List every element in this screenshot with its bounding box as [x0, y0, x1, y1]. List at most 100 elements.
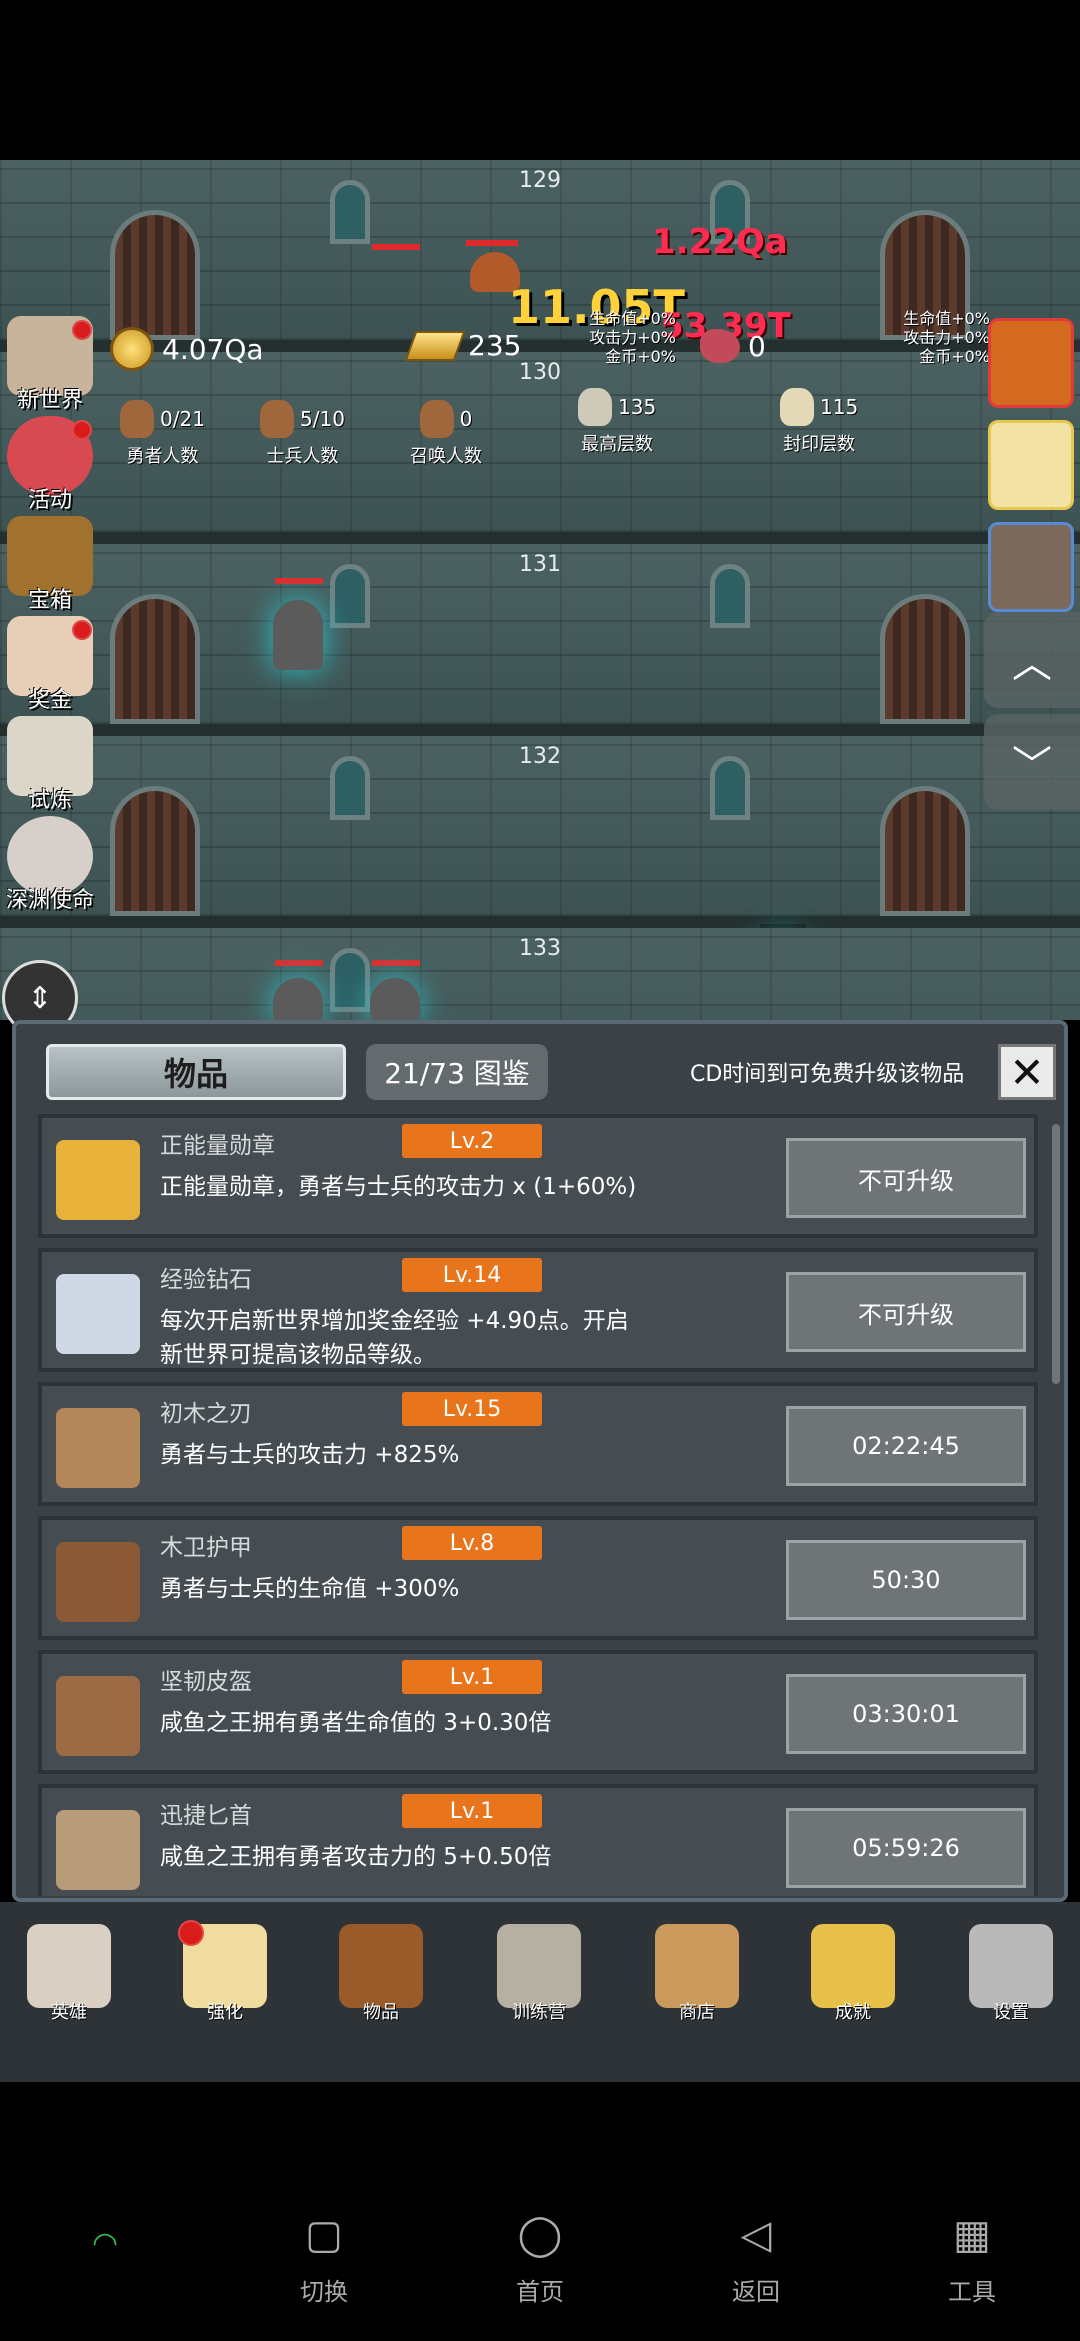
item-description: 勇者与士兵的攻击力 +825%	[160, 1442, 460, 1468]
hero-count: 0/21 勇者人数	[120, 400, 205, 468]
nav-upgrade[interactable]: 强化	[170, 1920, 280, 2024]
gold-ingot-icon	[404, 330, 466, 361]
floor-number: 132	[519, 744, 561, 769]
floor-row: 131	[0, 544, 1080, 736]
nav-training[interactable]: 训练营	[484, 1924, 594, 2024]
ingot-resource: 235	[404, 329, 521, 362]
candle-item-slot[interactable]	[988, 420, 1074, 510]
item-level: Lv.14	[402, 1258, 542, 1292]
enemy-hp-bar	[372, 960, 420, 966]
item-name: 木卫护甲	[160, 1535, 252, 1561]
atk-bonus: 攻击力+0%	[589, 328, 676, 347]
gold-bonus: 金币+0%	[605, 347, 676, 366]
door	[110, 786, 200, 916]
nav-settings[interactable]: 设置	[956, 1924, 1066, 2024]
atk-bonus: 攻击力+0%	[903, 328, 990, 347]
sealed-floor: 115 封印层数	[780, 388, 858, 456]
system-nav-bar: ◠ ▢ 切换 ◯ 首页 ◁ 返回 ▦ 工具	[0, 2082, 1080, 2341]
upgrade-button[interactable]: 不可升级	[786, 1272, 1026, 1352]
nav-switch-button[interactable]: ▢ 切换	[264, 2212, 384, 2307]
item-name: 正能量勋章	[160, 1133, 275, 1159]
summon-icon	[419, 400, 454, 438]
notification-dot	[72, 320, 92, 340]
bonus-button[interactable]: 奖金	[0, 616, 100, 714]
enemy-hp-bar	[466, 240, 518, 246]
item-name: 迅捷匕首	[160, 1803, 252, 1829]
notification-dot	[72, 620, 92, 640]
gear-icon	[969, 1924, 1053, 2008]
list-item: 初木之刃 Lv.15 勇者与士兵的攻击力 +825% 02:22:45	[38, 1382, 1038, 1506]
helmet-icon	[56, 1676, 140, 1756]
item-description: 咸鱼之王拥有勇者攻击力的 5+0.50倍	[160, 1844, 552, 1870]
chevron-up-icon: ︿	[1012, 641, 1052, 687]
scroll-item-slot[interactable]	[988, 522, 1074, 612]
max-floor: 135 最高层数	[578, 388, 656, 456]
scroll-up-button[interactable]: ︿	[984, 612, 1080, 708]
chest-button[interactable]: 宝箱	[0, 516, 100, 614]
hp-bonus: 生命值+0%	[903, 309, 990, 328]
chevron-down-icon: ﹀	[1012, 743, 1052, 789]
skull-icon	[578, 388, 612, 426]
ghost-enemy[interactable]	[273, 600, 323, 670]
notification-dot	[178, 1920, 204, 1946]
item-description: 每次开启新世界增加奖金经验 +4.90点。开启新世界可提高该物品等级。	[160, 1308, 629, 1368]
upgrade-timer-button[interactable]: 05:59:26	[786, 1808, 1026, 1888]
nav-back-button[interactable]: ◁ 返回	[696, 2212, 816, 2307]
abyss-mission-button[interactable]: 深渊使命	[0, 816, 100, 914]
lantern-icon	[497, 1924, 581, 2008]
item-name: 初木之刃	[160, 1401, 252, 1427]
floor-number: 129	[519, 168, 561, 193]
gold-resource: 4.07Qa	[110, 327, 264, 371]
nav-shop[interactable]: 商店	[642, 1924, 752, 2024]
nav-home-button[interactable]: ◯ 首页	[480, 2212, 600, 2307]
nav-achievements[interactable]: 成就	[798, 1924, 908, 2024]
upgrade-timer-button[interactable]: 02:22:45	[786, 1406, 1026, 1486]
wifi-icon: ◠	[92, 2226, 119, 2261]
pumpkin-item-slot[interactable]	[988, 318, 1074, 408]
nav-tools-button[interactable]: ▦ 工具	[912, 2212, 1032, 2307]
list-scrollbar[interactable]	[1052, 1124, 1060, 1384]
item-description: 正能量勋章，勇者与士兵的攻击力 x (1+60%)	[160, 1174, 637, 1200]
circle-icon: ◯	[517, 2212, 563, 2258]
trial-button[interactable]: 试炼	[0, 716, 100, 814]
list-item: 迅捷匕首 Lv.1 咸鱼之王拥有勇者攻击力的 5+0.50倍 05:59:26	[38, 1784, 1038, 1896]
upgrade-timer-button[interactable]: 50:30	[786, 1540, 1026, 1620]
events-button[interactable]: 活动	[0, 416, 100, 514]
ghost-enemy[interactable]	[273, 978, 323, 1020]
summon-count: 0 召唤人数	[410, 400, 482, 468]
tab-items[interactable]: 物品	[46, 1044, 346, 1100]
unit-stats-row: 0/21 勇者人数 5/10 士兵人数 0 召唤人数 135 最高层数 115 …	[90, 388, 990, 490]
ghost-enemy[interactable]	[370, 978, 420, 1020]
item-description: 勇者与士兵的生命值 +300%	[160, 1576, 460, 1602]
diamond-icon	[56, 1274, 140, 1354]
item-level: Lv.1	[402, 1660, 542, 1694]
skull-icon	[27, 1924, 111, 2008]
enemy-hp-bar	[372, 244, 420, 250]
window	[330, 756, 370, 820]
grid-icon: ▦	[953, 2212, 991, 2258]
armor-icon	[56, 1542, 140, 1622]
new-world-button[interactable]: 新世界	[0, 316, 100, 414]
nav-heroes[interactable]: 英雄	[14, 1924, 124, 2024]
item-list[interactable]: 正能量勋章 Lv.2 正能量勋章，勇者与士兵的攻击力 x (1+60%) 不可升…	[38, 1114, 1048, 1896]
beer-mug-icon	[655, 1924, 739, 2008]
crown-icon	[56, 1140, 140, 1220]
door	[880, 786, 970, 916]
scroll-down-button[interactable]: ﹀	[984, 714, 1080, 810]
stat-bonus-list: 生命值+0% 攻击力+0% 金币+0%	[880, 309, 990, 366]
panel-header: 物品 21/73 图鉴 CD时间到可免费升级该物品 ✕	[30, 1044, 1056, 1106]
upgrade-timer-button[interactable]: 03:30:01	[786, 1674, 1026, 1754]
book-icon	[339, 1924, 423, 2008]
list-item: 坚韧皮盔 Lv.1 咸鱼之王拥有勇者生命值的 3+0.30倍 03:30:01	[38, 1650, 1038, 1774]
close-button[interactable]: ✕	[998, 1044, 1056, 1100]
window	[330, 564, 370, 628]
item-level: Lv.2	[402, 1124, 542, 1158]
window	[710, 564, 750, 628]
hero-icon	[120, 400, 154, 438]
gold-bonus: 金币+0%	[919, 347, 990, 366]
key-icon	[811, 1924, 895, 2008]
back-triangle-icon: ◁	[740, 2212, 772, 2258]
tab-collection[interactable]: 21/73 图鉴	[366, 1044, 548, 1100]
upgrade-button[interactable]: 不可升级	[786, 1138, 1026, 1218]
nav-items[interactable]: 物品	[326, 1924, 436, 2024]
